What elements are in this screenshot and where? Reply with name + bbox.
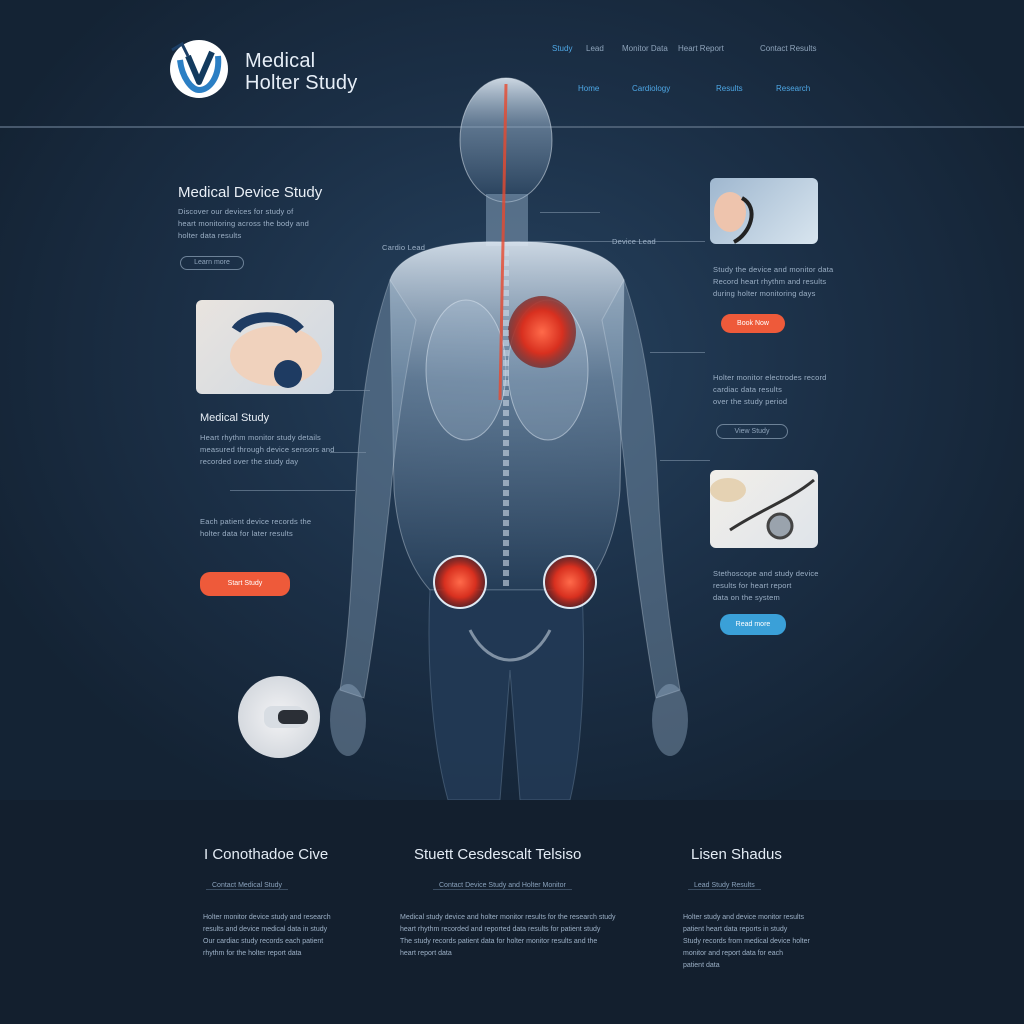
footer-col1-subtitle[interactable]: Contact Medical Study — [206, 882, 289, 890]
footer-col1-title: I Conothadoe Cive — [204, 846, 329, 863]
nav-item-heart-report[interactable]: Heart Report — [678, 44, 724, 53]
footer-col2-title: Stuett Cesdescalt Telsiso — [414, 846, 582, 863]
right-block1-text: Study the device and monitor data Record… — [713, 265, 834, 298]
footer-col2-subtitle[interactable]: Contact Device Study and Holter Monitor — [433, 882, 572, 890]
footer-col3-subtitle[interactable]: Lead Study Results — [688, 882, 761, 890]
section2-title: Medical Study — [200, 412, 270, 424]
footer-col3-text: Holter study and device monitor results … — [683, 914, 810, 969]
lead-line — [540, 212, 600, 213]
lead-line — [650, 352, 705, 353]
start-study-button[interactable]: Start Study — [200, 572, 290, 596]
footer-col3-title: Lisen Shadus — [691, 846, 782, 863]
nav-item-study[interactable]: Study — [552, 44, 572, 53]
section1-title: Medical Device Study — [178, 184, 323, 201]
book-now-button[interactable]: Book Now — [721, 314, 785, 333]
anatomy-figure — [330, 77, 688, 800]
read-more-button[interactable]: Read more — [720, 614, 786, 635]
footer-col1-text: Holter monitor device study and research… — [203, 914, 331, 957]
lead-line — [660, 460, 710, 461]
lead-line — [330, 390, 370, 391]
footer-col2-text: Medical study device and holter monitor … — [400, 914, 616, 957]
learn-more-button[interactable]: Learn more — [180, 256, 244, 270]
nav-item-monitor-data[interactable]: Monitor Data — [622, 44, 668, 53]
nav-item-research[interactable]: Research — [776, 84, 810, 93]
right-block2-text: Holter monitor electrodes record cardiac… — [713, 373, 827, 406]
nav-item-contact-results[interactable]: Contact Results — [760, 44, 816, 53]
device-photo — [238, 676, 320, 758]
patient-photo — [196, 300, 334, 394]
view-study-button[interactable]: View Study — [716, 424, 788, 439]
section1-text: Discover our devices for study of heart … — [178, 207, 310, 240]
cardio-lead-label: Cardio Lead — [382, 243, 426, 252]
nav-item-results[interactable]: Results — [716, 84, 743, 93]
lead-line — [330, 452, 366, 453]
stethoscope-photo — [710, 470, 818, 548]
device-lead-label: Device Lead — [612, 237, 656, 246]
right-block3-text: Stethoscope and study device results for… — [713, 569, 819, 602]
section2-text: Heart rhythm monitor study details measu… — [200, 433, 335, 466]
logo-icon[interactable] — [168, 38, 230, 100]
nav-item-lead[interactable]: Lead — [586, 44, 604, 53]
lead-line — [230, 490, 355, 491]
doctor-photo — [710, 178, 818, 244]
section3-text: Each patient device records the holter d… — [200, 517, 312, 538]
